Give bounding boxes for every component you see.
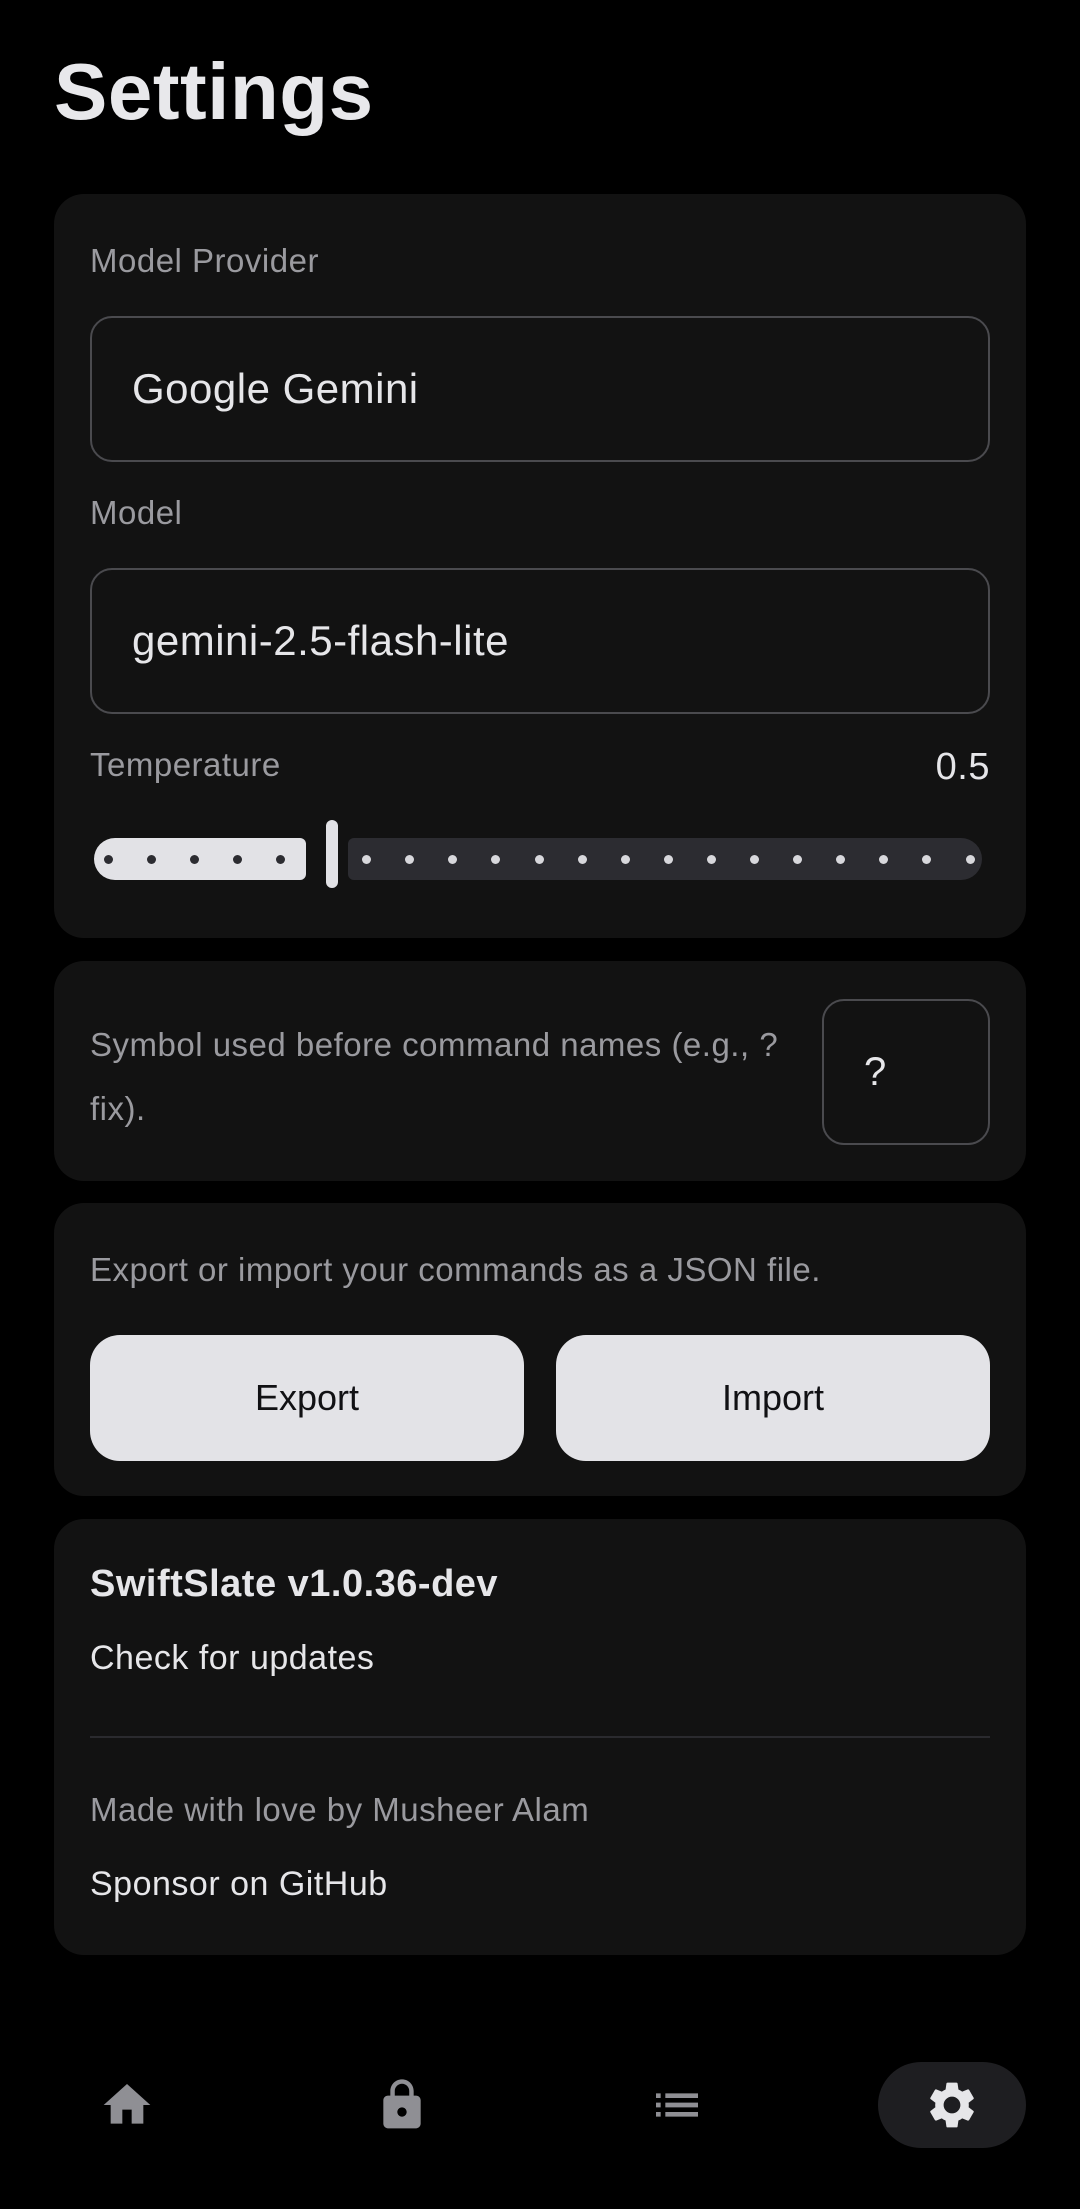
slider-tick [965, 855, 975, 864]
model-provider-field[interactable]: Google Gemini [90, 316, 990, 462]
bottom-nav [0, 2040, 1080, 2170]
slider-thumb[interactable] [326, 820, 338, 888]
home-icon [103, 2084, 151, 2124]
made-with-love-text: Made with love by Musheer Alam [90, 1791, 590, 1828]
export-button[interactable]: Export [90, 1335, 524, 1461]
lock-icon [383, 2079, 421, 2129]
slider-tick [189, 855, 199, 864]
divider [90, 1736, 990, 1738]
temperature-label: Temperature [90, 746, 281, 783]
model-field[interactable]: gemini-2.5-flash-lite [90, 568, 990, 714]
slider-tick [103, 855, 113, 864]
model-settings-card: Model Provider Google Gemini Model gemin… [54, 194, 1026, 938]
slider-tick [577, 855, 587, 864]
export-import-description: Export or import your commands as a JSON… [90, 1251, 821, 1288]
nav-lock[interactable] [328, 2062, 476, 2148]
app-version: SwiftSlate v1.0.36-dev [90, 1563, 499, 1605]
slider-tick [620, 855, 630, 864]
slider-tick [750, 855, 759, 864]
command-symbol-card: Symbol used before command names (e.g., … [54, 961, 1026, 1181]
nav-home[interactable] [53, 2062, 201, 2148]
settings-screen: Settings Model Provider Google Gemini Mo… [0, 0, 1080, 2209]
sponsor-link[interactable]: Sponsor on GitHub [90, 1865, 388, 1904]
list-icon [656, 2093, 698, 2117]
slider-tick [275, 855, 285, 864]
slider-tick [663, 855, 673, 864]
page-title: Settings [54, 47, 374, 136]
about-card: SwiftSlate v1.0.36-dev Check for updates… [54, 1519, 1026, 1955]
slider-tick [232, 855, 242, 864]
model-provider-label: Model Provider [90, 242, 319, 279]
model-label: Model [90, 494, 183, 531]
temperature-slider[interactable] [90, 820, 990, 890]
slider-tick [146, 855, 156, 864]
slider-active-track [94, 838, 306, 880]
command-symbol-input[interactable]: ? [822, 999, 990, 1145]
check-updates-link[interactable]: Check for updates [90, 1639, 374, 1678]
slider-tick [706, 855, 716, 864]
temperature-value: 0.5 [935, 746, 990, 788]
gear-icon [930, 2082, 974, 2128]
command-symbol-description: Symbol used before command names (e.g., … [90, 1026, 779, 1127]
slider-tick [534, 855, 544, 864]
import-button[interactable]: Import [556, 1335, 990, 1461]
export-import-card: Export or import your commands as a JSON… [54, 1203, 1026, 1496]
nav-settings[interactable] [878, 2062, 1026, 2148]
nav-commands[interactable] [603, 2062, 751, 2148]
